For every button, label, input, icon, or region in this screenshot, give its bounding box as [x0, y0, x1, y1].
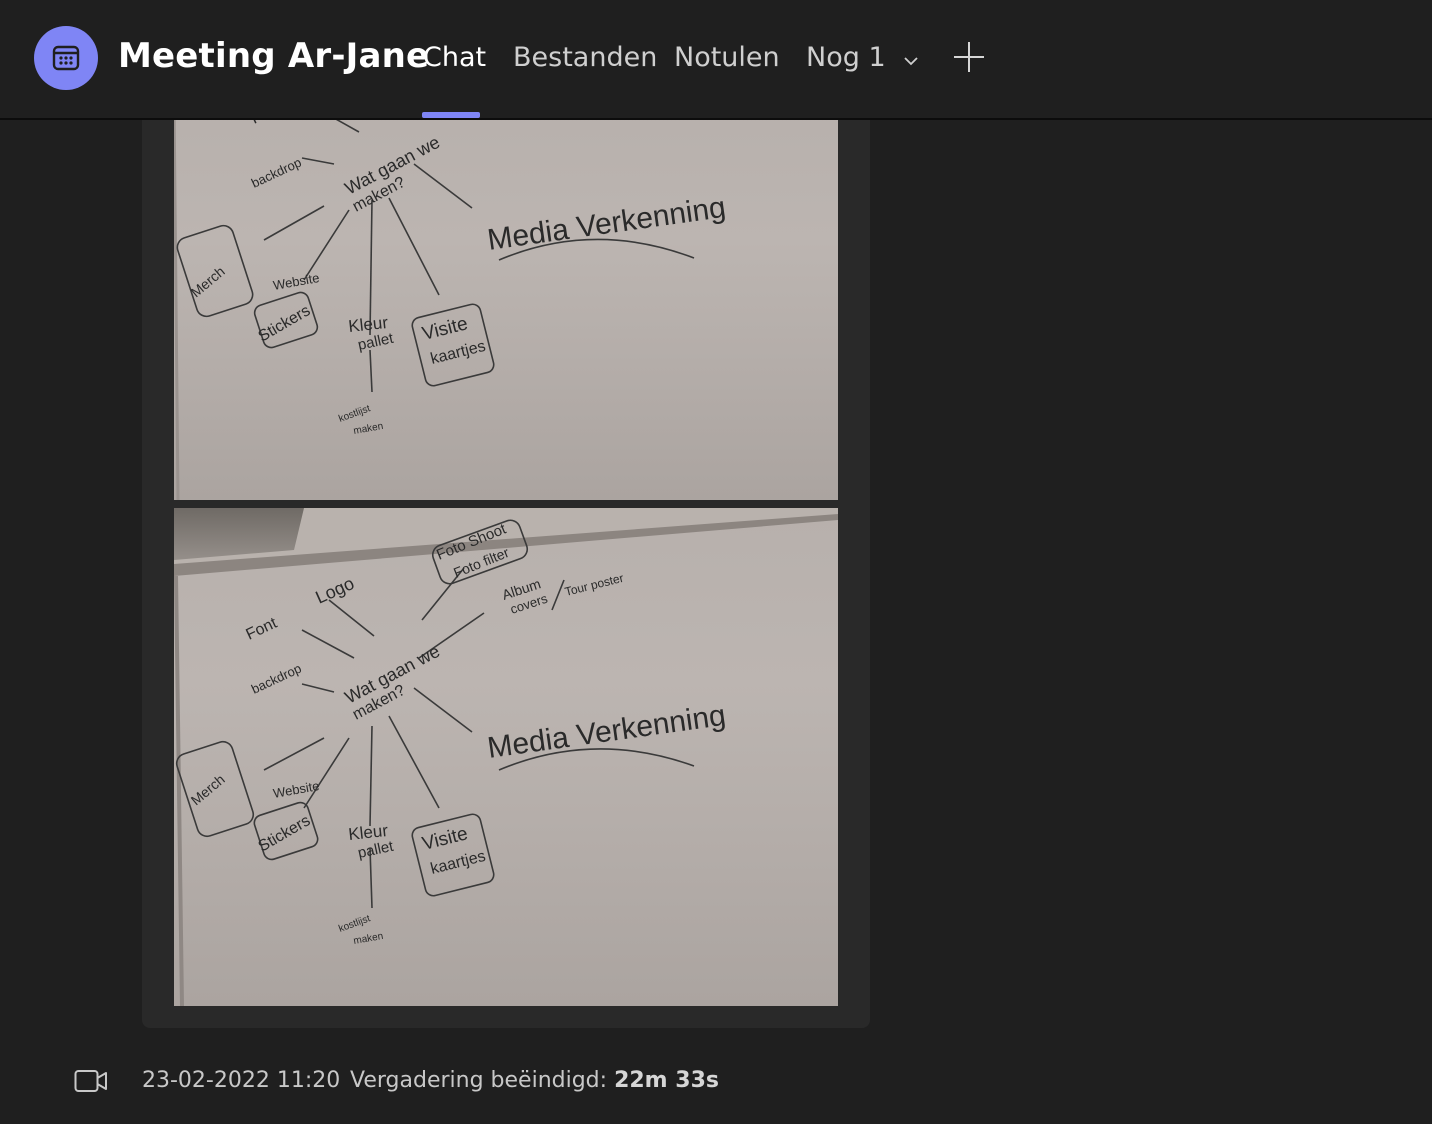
note-backdrop: backdrop: [249, 661, 304, 697]
note-font: Font: [244, 614, 281, 643]
whiteboard-drawing: Font backdrop Wat gaan we maken? Media V…: [174, 100, 728, 500]
plus-icon[interactable]: [952, 40, 986, 74]
active-tab-indicator: [422, 112, 480, 118]
note-tourposter: Tour poster: [563, 571, 625, 599]
note-visite: Visite: [420, 823, 470, 855]
note-maken: maken: [353, 421, 384, 437]
meeting-header: Meeting Ar-Jane Chat Bestanden Notulen N…: [0, 0, 1432, 120]
meeting-duration: 22m 33s: [614, 1068, 719, 1093]
note-kaartjes: kaartjes: [429, 848, 487, 878]
note-stickers: Stickers: [256, 302, 314, 345]
meeting-status: Vergadering beëindigd: 22m 33s: [350, 1068, 719, 1093]
note-visite: Visite: [420, 313, 470, 345]
note-kaartjes: kaartjes: [429, 338, 487, 368]
whiteboard-photo[interactable]: Font backdrop Wat gaan we maken? Media V…: [174, 100, 838, 500]
chevron-down-icon: [902, 43, 920, 74]
tab-chat[interactable]: Chat: [423, 42, 486, 73]
tab-more-label: Nog 1: [806, 42, 886, 73]
meeting-ended-row: 23-02-2022 11:20 Vergadering beëindigd: …: [0, 1058, 1432, 1106]
tab-notulen[interactable]: Notulen: [674, 42, 780, 73]
calendar-icon: [34, 26, 98, 90]
note-backdrop: backdrop: [249, 155, 304, 191]
meeting-timestamp: 23-02-2022 11:20: [142, 1068, 341, 1093]
note-title: Media Verkenning: [485, 699, 727, 765]
tab-more[interactable]: Nog 1: [806, 42, 920, 74]
note-title: Media Verkenning: [485, 191, 727, 257]
note-website: Website: [272, 778, 321, 801]
whiteboard-photo[interactable]: Foto Shoot Foto filter Logo Album covers…: [174, 508, 838, 1006]
note-logo: Logo: [312, 573, 357, 608]
video-camera-icon: [74, 1068, 108, 1098]
note-kostlijst: kostlijst: [337, 913, 372, 935]
note-website: Website: [272, 270, 321, 293]
meeting-status-label: Vergadering beëindigd:: [350, 1068, 608, 1093]
page-title: Meeting Ar-Jane: [118, 36, 430, 76]
tab-bestanden[interactable]: Bestanden: [513, 42, 657, 73]
note-merch: Merch: [188, 771, 228, 808]
note-maken: maken: [353, 931, 384, 947]
whiteboard-drawing: Foto Shoot Foto filter Logo Album covers…: [174, 508, 838, 1006]
note-kostlijst: kostlijst: [337, 403, 372, 425]
note-merch: Merch: [188, 263, 228, 300]
